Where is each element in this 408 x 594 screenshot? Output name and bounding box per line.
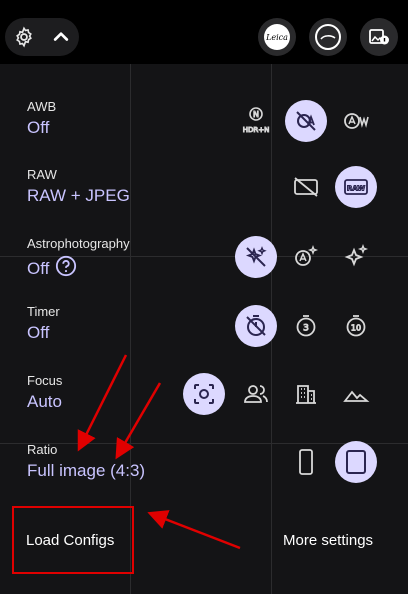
svg-text:Leica: Leica xyxy=(265,33,288,42)
focus-people-option[interactable] xyxy=(235,373,277,415)
svg-text:N: N xyxy=(253,110,259,119)
timer-off-option-selected[interactable] xyxy=(235,305,277,347)
focus-landscape-option[interactable] xyxy=(335,373,377,415)
annotation-highlight-box xyxy=(12,506,134,574)
lens-style-icon[interactable] xyxy=(309,18,347,56)
astro-auto-option[interactable] xyxy=(285,236,327,278)
help-icon[interactable] xyxy=(55,255,77,282)
svg-text:10: 10 xyxy=(351,324,361,333)
gallery-info-icon[interactable] xyxy=(360,18,398,56)
ratio-4-3-option-selected[interactable] xyxy=(335,441,377,483)
awb-setting[interactable]: AWB Off xyxy=(27,99,56,138)
awb-off-option-selected[interactable] xyxy=(285,100,327,142)
raw-off-option[interactable] xyxy=(285,166,327,208)
awb-label: AWB xyxy=(27,99,57,114)
focus-label: Focus xyxy=(27,373,63,388)
ratio-label: Ratio xyxy=(27,442,58,457)
focus-auto-option-selected[interactable] xyxy=(183,373,225,415)
timer-setting[interactable]: Timer Off xyxy=(27,304,60,343)
focus-setting[interactable]: Focus Auto xyxy=(27,373,62,412)
focus-value: Auto xyxy=(27,392,62,411)
timer-10s-option[interactable]: 10 xyxy=(335,305,377,347)
ratio-setting[interactable]: Ratio Full image (4:3) xyxy=(27,442,145,481)
raw-label: RAW xyxy=(27,167,57,182)
astro-on-option[interactable] xyxy=(335,236,377,278)
raw-jpeg-option-selected[interactable]: RAW xyxy=(335,166,377,208)
ratio-value: Full image (4:3) xyxy=(27,461,146,480)
svg-text:RAW: RAW xyxy=(347,185,365,193)
focus-building-option[interactable] xyxy=(285,373,327,415)
svg-text:3: 3 xyxy=(303,324,309,334)
raw-value: RAW + JPEG xyxy=(27,186,130,205)
awb-value: Off xyxy=(27,118,50,137)
timer-label: Timer xyxy=(27,304,60,319)
awb-auto-option[interactable] xyxy=(335,100,377,142)
leica-mode-icon[interactable]: Leica xyxy=(258,18,296,56)
hdr-n-label: HDR+N xyxy=(243,126,270,134)
raw-setting[interactable]: RAW RAW + JPEG xyxy=(27,167,130,206)
gear-icon[interactable] xyxy=(13,26,35,48)
settings-toggle-pill[interactable] xyxy=(5,18,79,56)
ratio-16-9-option[interactable] xyxy=(285,441,327,483)
more-settings-button[interactable]: More settings xyxy=(283,532,373,549)
astro-value: Off xyxy=(27,258,50,278)
awb-hdr-n-option[interactable]: N HDR+N xyxy=(235,100,277,142)
astro-off-option-selected[interactable] xyxy=(235,236,277,278)
astro-setting[interactable]: Astrophotography Off xyxy=(27,236,130,282)
astro-label: Astrophotography xyxy=(27,236,130,251)
chevron-up-icon[interactable] xyxy=(51,27,71,47)
timer-value: Off xyxy=(27,323,50,342)
timer-3s-option[interactable]: 3 xyxy=(285,305,327,347)
